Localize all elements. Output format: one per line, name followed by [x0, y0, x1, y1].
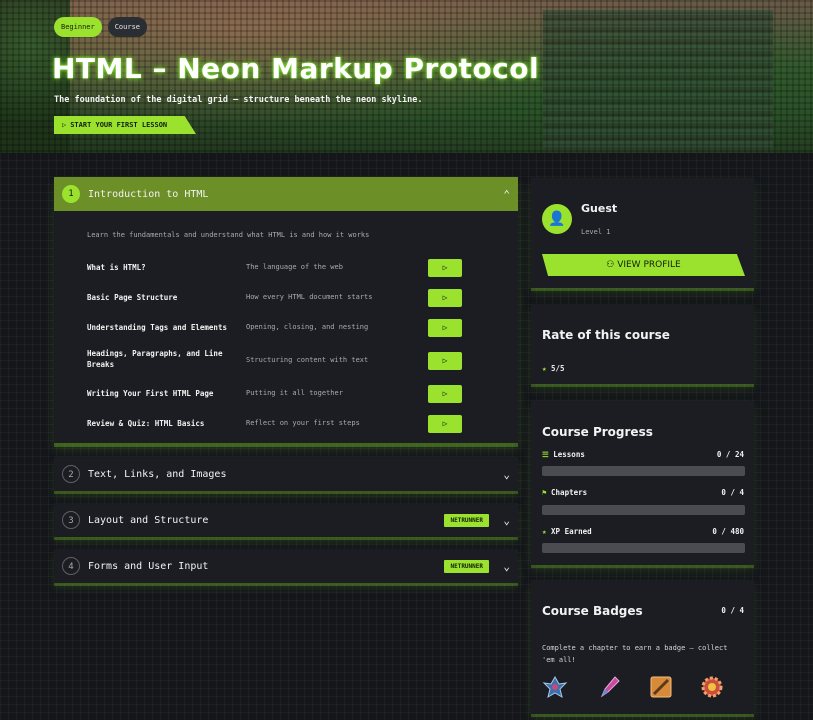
chapters-label: ⚑ Chapters [542, 488, 587, 497]
lesson-row: Understanding Tags and Elements Opening,… [87, 319, 507, 337]
progress-title: Course Progress [542, 425, 653, 439]
tag-course: Course [107, 17, 148, 37]
chevron-down-icon[interactable]: ⌄ [503, 560, 510, 573]
list-icon: ☰ [542, 450, 549, 459]
profile-card: 👤 Guest Level 1 ⚇ VIEW PROFILE [531, 178, 754, 288]
lesson-subtitle: How every HTML document starts [246, 293, 373, 301]
star-icon: ★ [542, 364, 547, 373]
play-lesson-button[interactable]: ▷ [428, 352, 462, 370]
rating-title: Rate of this course [542, 328, 670, 342]
chapter-number-badge: 1 [62, 185, 80, 203]
chapters-value: 0 / 4 [721, 488, 744, 497]
course-hero-banner: Beginner Course HTML – Neon Markup Proto… [0, 0, 813, 153]
lesson-row: Review & Quiz: HTML Basics Reflect on yo… [87, 415, 507, 433]
xp-label-text: XP Earned [551, 527, 592, 536]
chapter-1-panel: 1 Introduction to HTML ⌃ Learn the funda… [54, 177, 518, 443]
user-icon: 👤 [542, 204, 572, 234]
course-badges-card: Course Badges 0 / 4 Complete a chapter t… [531, 580, 754, 714]
chapter-1-header[interactable]: 1 Introduction to HTML ⌃ [54, 177, 518, 211]
chapter-number-badge: 4 [62, 557, 80, 575]
lesson-subtitle: Structuring content with text [246, 356, 369, 364]
star-icon: ★ [542, 527, 547, 536]
play-lesson-button[interactable]: ▷ [428, 385, 462, 403]
netrunner-badge: NETRUNNER [444, 514, 489, 527]
chapter-number-badge: 3 [62, 511, 80, 529]
chapter-2-header[interactable]: 2 Text, Links, and Images ⌄ [54, 457, 518, 491]
play-lesson-button[interactable]: ▷ [428, 259, 462, 277]
badges-title: Course Badges [542, 604, 643, 618]
gear-badge-icon [701, 676, 723, 698]
tag-beginner: Beginner [54, 17, 102, 37]
chapters-progress-bar [542, 505, 745, 515]
lesson-subtitle: Putting it all together [246, 389, 343, 397]
profile-level: Level 1 [581, 228, 611, 236]
lesson-row: What is HTML? The language of the web ▷ [87, 259, 507, 277]
play-lesson-button[interactable]: ▷ [428, 319, 462, 337]
badges-hint: Complete a chapter to earn a badge — col… [542, 644, 728, 664]
start-first-lesson-button[interactable]: ▷ START YOUR FIRST LESSON [54, 116, 196, 134]
chapter-4-header[interactable]: 4 Forms and User Input NETRUNNER ⌄ [54, 549, 518, 583]
pen-icon [600, 676, 620, 698]
xp-progress-bar [542, 543, 745, 553]
lessons-value: 0 / 24 [716, 450, 744, 459]
course-title: HTML – Neon Markup Protocol [52, 52, 540, 85]
flag-icon: ⚑ [542, 488, 547, 497]
view-profile-button[interactable]: ⚇ VIEW PROFILE [542, 254, 745, 276]
lesson-row: Basic Page Structure How every HTML docu… [87, 289, 507, 307]
lesson-subtitle: The language of the web [246, 263, 343, 271]
profile-name: Guest [581, 202, 618, 215]
xp-label: ★ XP Earned [542, 527, 592, 536]
xp-value: 0 / 480 [712, 527, 744, 536]
lesson-name: Basic Page Structure [87, 293, 178, 302]
chapter-number-badge: 2 [62, 465, 80, 483]
lesson-row: Headings, Paragraphs, and Line Breaks St… [87, 349, 507, 370]
lesson-subtitle: Reflect on your first steps [246, 419, 360, 427]
lesson-name: Understanding Tags and Elements [87, 323, 227, 332]
chevron-down-icon[interactable]: ⌄ [503, 468, 510, 481]
course-subtitle: The foundation of the digital grid – str… [54, 95, 423, 105]
rating-value: 5/5 [551, 364, 565, 373]
lesson-name: Review & Quiz: HTML Basics [87, 419, 205, 428]
course-progress-card: Course Progress ☰ Lessons 0 / 24 ⚑ Chapt… [531, 401, 754, 565]
chevron-up-icon[interactable]: ⌃ [503, 188, 510, 201]
lessons-progress-bar [542, 466, 745, 476]
lesson-name: Headings, Paragraphs, and Line Breaks [87, 349, 223, 369]
lesson-name: What is HTML? [87, 263, 146, 272]
lesson-name: Writing Your First HTML Page [87, 389, 214, 398]
chapter-title: Forms and User Input [88, 560, 209, 572]
rating-card: Rate of this course ★ 5/5 [531, 304, 754, 384]
chapter-3-header[interactable]: 3 Layout and Structure NETRUNNER ⌄ [54, 503, 518, 537]
netrunner-badge: NETRUNNER [444, 560, 489, 573]
chevron-down-icon[interactable]: ⌄ [503, 514, 510, 527]
lessons-label-text: Lessons [553, 450, 585, 459]
rating-value-row: ★ 5/5 [542, 364, 565, 373]
play-icon: ▷ [62, 121, 67, 129]
play-lesson-button[interactable]: ▷ [428, 289, 462, 307]
chapter-title: Layout and Structure [88, 514, 209, 526]
start-first-lesson-label: START YOUR FIRST LESSON [70, 121, 168, 129]
course-tags: Beginner Course [54, 17, 148, 37]
winged-emblem-icon [542, 675, 568, 699]
lesson-row: Writing Your First HTML Page Putting it … [87, 385, 507, 403]
chapters-label-text: Chapters [551, 488, 588, 497]
user-outline-icon: ⚇ [606, 260, 615, 270]
chapter-description: Learn the fundamentals and understand wh… [87, 231, 370, 239]
lessons-label: ☰ Lessons [542, 450, 585, 459]
scroll-icon [650, 676, 672, 698]
lesson-subtitle: Opening, closing, and nesting [246, 323, 369, 331]
view-profile-label: VIEW PROFILE [617, 260, 681, 270]
chapter-title: Introduction to HTML [88, 188, 209, 200]
play-lesson-button[interactable]: ▷ [428, 415, 462, 433]
chapter-title: Text, Links, and Images [88, 468, 227, 480]
badges-count: 0 / 4 [721, 606, 744, 615]
